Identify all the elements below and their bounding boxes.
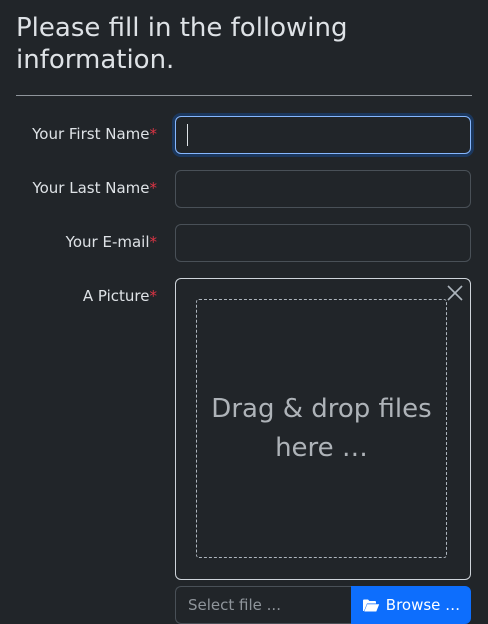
text-caret	[187, 124, 188, 146]
close-icon[interactable]	[445, 283, 465, 303]
last-name-label-text: Your Last Name	[32, 179, 150, 197]
drop-area-text: Drag & drop files here …	[211, 393, 432, 463]
first-name-input[interactable]	[175, 116, 471, 154]
required-marker: *	[149, 179, 158, 197]
required-marker: *	[149, 125, 158, 143]
last-name-input[interactable]	[175, 170, 471, 208]
last-name-label: Your Last Name*	[32, 179, 157, 197]
file-dropzone[interactable]: Drag & drop files here …	[175, 278, 471, 580]
email-label: Your E-mail*	[66, 233, 157, 251]
divider	[16, 95, 472, 96]
drop-area[interactable]: Drag & drop files here …	[196, 299, 447, 558]
email-input[interactable]	[175, 224, 471, 262]
first-name-label: Your First Name*	[32, 125, 157, 143]
email-label-text: Your E-mail	[65, 233, 150, 251]
browse-button-label: Browse …	[385, 596, 461, 614]
browse-button[interactable]: Browse …	[351, 586, 471, 624]
file-caption-input[interactable]: Select file ...	[175, 586, 355, 624]
required-marker: *	[149, 233, 158, 251]
folder-open-icon	[362, 598, 380, 613]
picture-label-text: A Picture	[82, 287, 150, 305]
first-name-label-text: Your First Name	[32, 125, 150, 143]
picture-label: A Picture*	[83, 287, 157, 305]
page-title: Please fill in the following information…	[16, 13, 348, 75]
required-marker: *	[149, 287, 158, 305]
